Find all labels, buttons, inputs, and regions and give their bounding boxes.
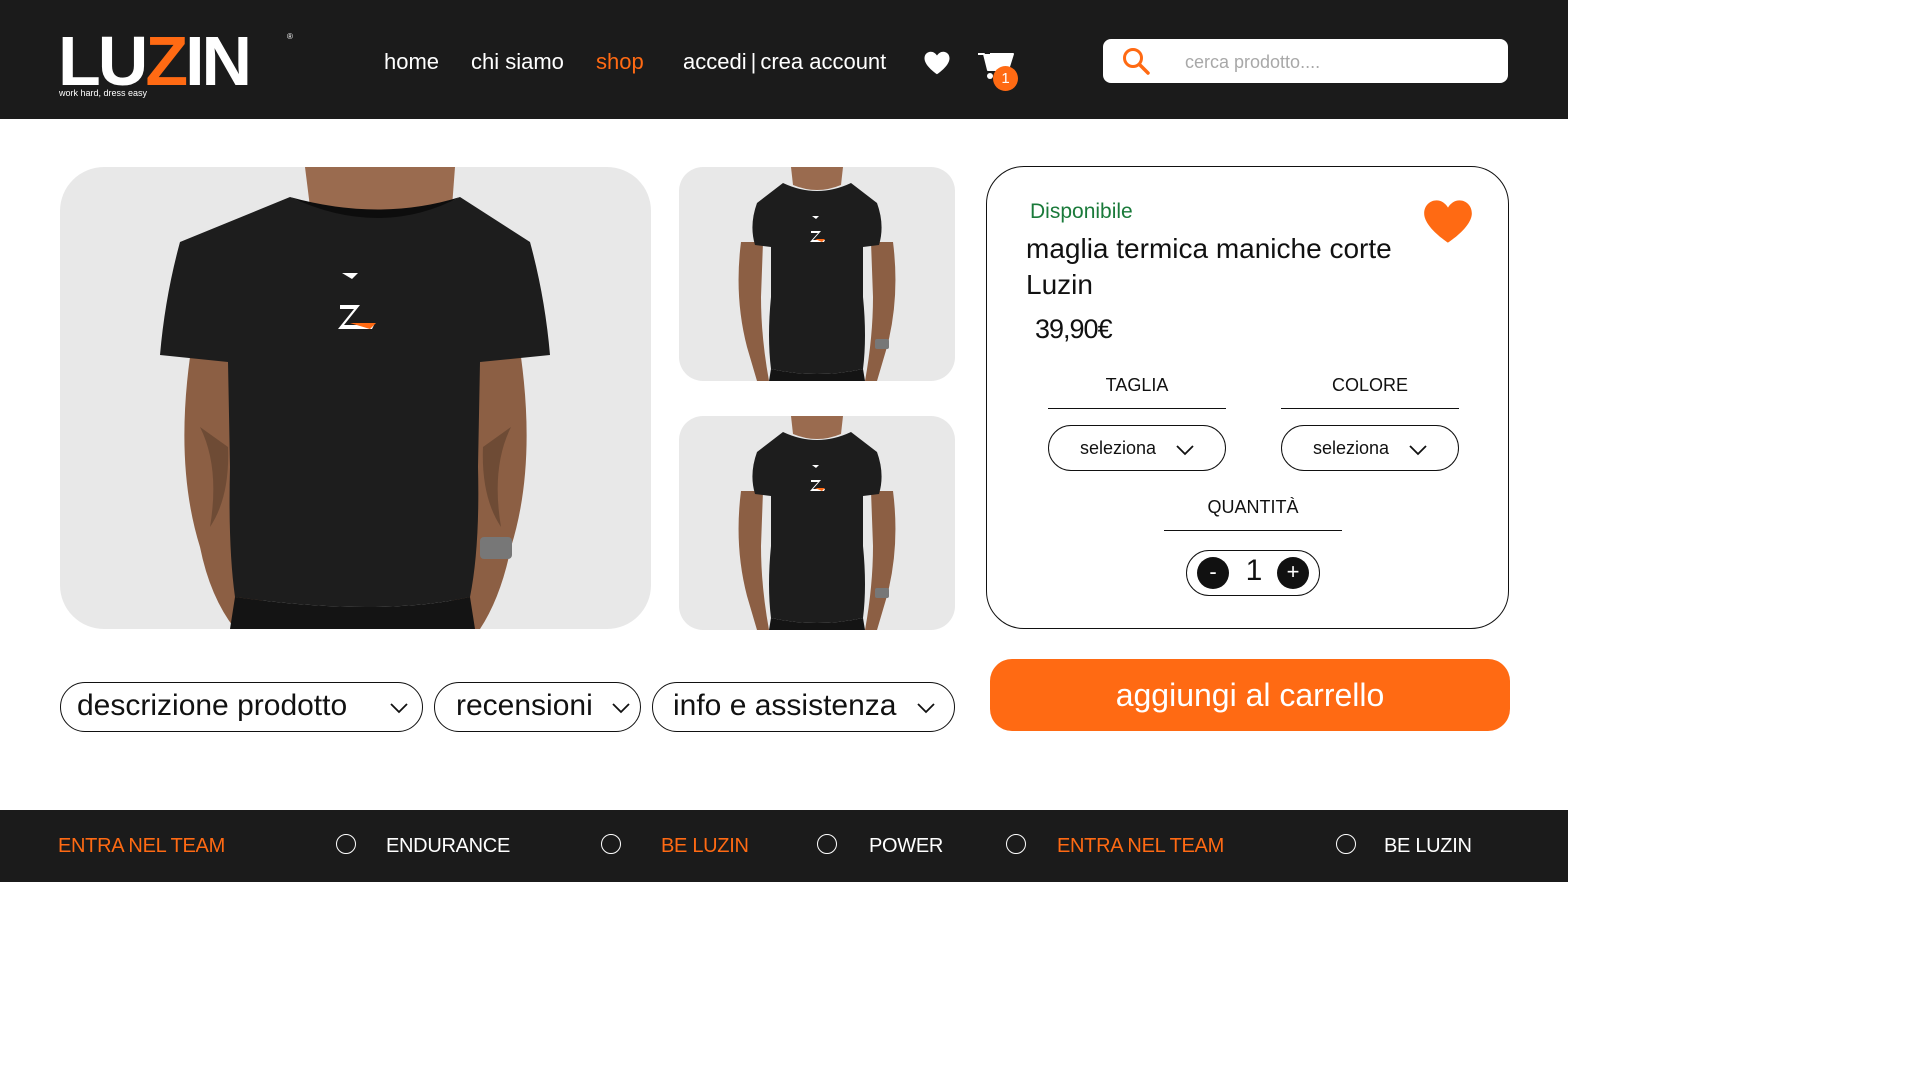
nav-register-link[interactable]: crea account: [760, 49, 886, 74]
nav-chi-siamo[interactable]: chi siamo: [471, 49, 564, 75]
size-select[interactable]: seleziona: [1048, 425, 1226, 471]
accordion-reviews[interactable]: recensioni: [434, 682, 641, 732]
site-header: LUZIN ® work hard, dress easy home chi s…: [0, 0, 1568, 119]
nav-shop[interactable]: shop: [596, 49, 644, 75]
chevron-down-icon: [612, 703, 630, 714]
favorite-heart-icon[interactable]: [1422, 197, 1474, 245]
nav-login-link[interactable]: accedi: [683, 49, 747, 74]
marquee-item[interactable]: POWER: [869, 835, 943, 858]
chevron-down-icon: [1176, 445, 1194, 456]
product-price: 39,90€: [1035, 314, 1113, 344]
heart-icon[interactable]: [922, 48, 952, 78]
footer-marquee: ENTRA NEL TEAM ENDURANCE BE LUZIN POWER …: [0, 810, 1568, 882]
quantity-increase-button[interactable]: +: [1277, 557, 1309, 589]
circle-separator-icon: [336, 834, 356, 854]
color-label: COLORE: [1281, 375, 1459, 409]
search-icon[interactable]: [1121, 46, 1151, 76]
search-input[interactable]: [1183, 45, 1497, 79]
circle-separator-icon: [1336, 834, 1356, 854]
availability-status: Disponibile: [1030, 200, 1133, 223]
cart-count-badge: 1: [993, 66, 1018, 91]
tshirt-model-illustration: [160, 167, 550, 629]
circle-separator-icon: [817, 834, 837, 854]
quantity-decrease-button[interactable]: -: [1197, 557, 1229, 589]
accordion-label: info e assistenza: [673, 689, 897, 722]
size-select-value: seleziona: [1080, 438, 1157, 458]
chevron-down-icon: [1409, 445, 1427, 456]
marquee-item[interactable]: ENTRA NEL TEAM: [1057, 835, 1224, 858]
product-title: maglia termica maniche corte Luzin: [1026, 233, 1392, 300]
quantity-stepper: - 1 +: [1186, 550, 1320, 596]
size-label: TAGLIA: [1048, 375, 1226, 409]
accordion-label: recensioni: [456, 689, 593, 722]
circle-separator-icon: [1006, 834, 1026, 854]
nav-separator: |: [750, 49, 757, 74]
main-product-photo: [60, 167, 651, 629]
add-to-cart-button[interactable]: aggiungi al carrello: [990, 659, 1510, 731]
nav-home[interactable]: home: [384, 49, 439, 75]
search-bar: [1103, 39, 1508, 83]
logo-wordmark: LUZIN: [58, 22, 252, 100]
chevron-down-icon: [390, 703, 408, 714]
quantity-value: 1: [1245, 554, 1263, 587]
chevron-down-icon: [917, 703, 935, 714]
thumbnail-side[interactable]: [679, 416, 955, 630]
luzin-logo[interactable]: LUZIN ® work hard, dress easy: [58, 22, 298, 102]
tshirt-thumbnail-illustration: [738, 167, 896, 381]
marquee-item[interactable]: BE LUZIN: [661, 835, 749, 858]
marquee-item[interactable]: ENDURANCE: [386, 835, 510, 858]
color-select[interactable]: seleziona: [1281, 425, 1459, 471]
product-info-card: Disponibile maglia termica maniche corte…: [986, 166, 1509, 629]
accordion-product-description[interactable]: descrizione prodotto: [60, 682, 423, 732]
thumbnail-front[interactable]: [679, 167, 955, 381]
accordion-label: descrizione prodotto: [77, 689, 348, 722]
quantity-label: QUANTITÀ: [1164, 497, 1342, 531]
accordion-info-assistance[interactable]: info e assistenza: [652, 682, 955, 732]
logo-tagline: work hard, dress easy: [59, 88, 148, 98]
logo-registered-mark: ®: [287, 32, 293, 41]
circle-separator-icon: [601, 834, 621, 854]
nav-account: accedi | crea account: [683, 49, 886, 75]
tshirt-thumbnail-illustration: [738, 416, 896, 630]
marquee-item[interactable]: ENTRA NEL TEAM: [58, 835, 225, 858]
color-select-value: seleziona: [1313, 438, 1390, 458]
marquee-item[interactable]: BE LUZIN: [1384, 835, 1472, 858]
